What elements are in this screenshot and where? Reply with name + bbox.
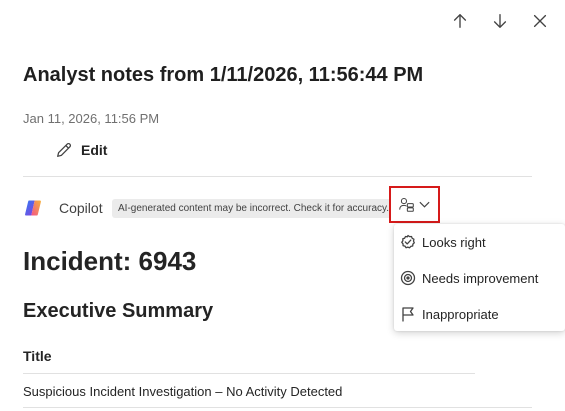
- previous-button[interactable]: [447, 8, 473, 34]
- pencil-icon: [57, 143, 71, 157]
- title-label: Title: [23, 348, 52, 364]
- feedback-menu: Looks right Needs improvement Inappropri…: [394, 224, 565, 331]
- feedback-icon: [399, 198, 414, 212]
- menu-item-inappropriate[interactable]: Inappropriate: [394, 297, 565, 331]
- menu-item-label: Needs improvement: [422, 270, 539, 286]
- next-button[interactable]: [487, 8, 513, 34]
- copilot-logo-icon: [25, 200, 41, 216]
- menu-item-label: Looks right: [422, 234, 486, 250]
- arrow-down-icon: [493, 14, 507, 28]
- menu-item-looks-right[interactable]: Looks right: [394, 225, 565, 259]
- page-title: Analyst notes from 1/11/2026, 11:56:44 P…: [23, 64, 424, 86]
- menu-item-needs-improvement[interactable]: Needs improvement: [394, 261, 565, 295]
- check-circle-icon: [401, 234, 415, 249]
- divider: [23, 176, 532, 177]
- chevron-down-icon: [419, 201, 430, 208]
- arrow-up-icon: [453, 14, 467, 28]
- close-button[interactable]: [527, 8, 553, 34]
- feedback-dropdown-button[interactable]: [389, 186, 440, 223]
- flag-icon: [402, 307, 414, 322]
- executive-summary-heading: Executive Summary: [23, 300, 214, 322]
- copilot-label: Copilot: [59, 200, 103, 216]
- incident-heading: Incident: 6943: [23, 246, 197, 276]
- incident-title-value: Suspicious Incident Investigation – No A…: [23, 384, 343, 399]
- edit-label: Edit: [81, 142, 108, 158]
- target-icon: [400, 270, 416, 286]
- divider: [23, 407, 532, 408]
- menu-item-label: Inappropriate: [422, 306, 499, 322]
- note-timestamp: Jan 11, 2026, 11:56 PM: [23, 111, 160, 126]
- close-icon: [533, 14, 547, 28]
- ai-disclaimer-badge: AI-generated content may be incorrect. C…: [112, 199, 392, 218]
- title-divider: [23, 373, 475, 374]
- edit-button[interactable]: Edit: [55, 141, 107, 159]
